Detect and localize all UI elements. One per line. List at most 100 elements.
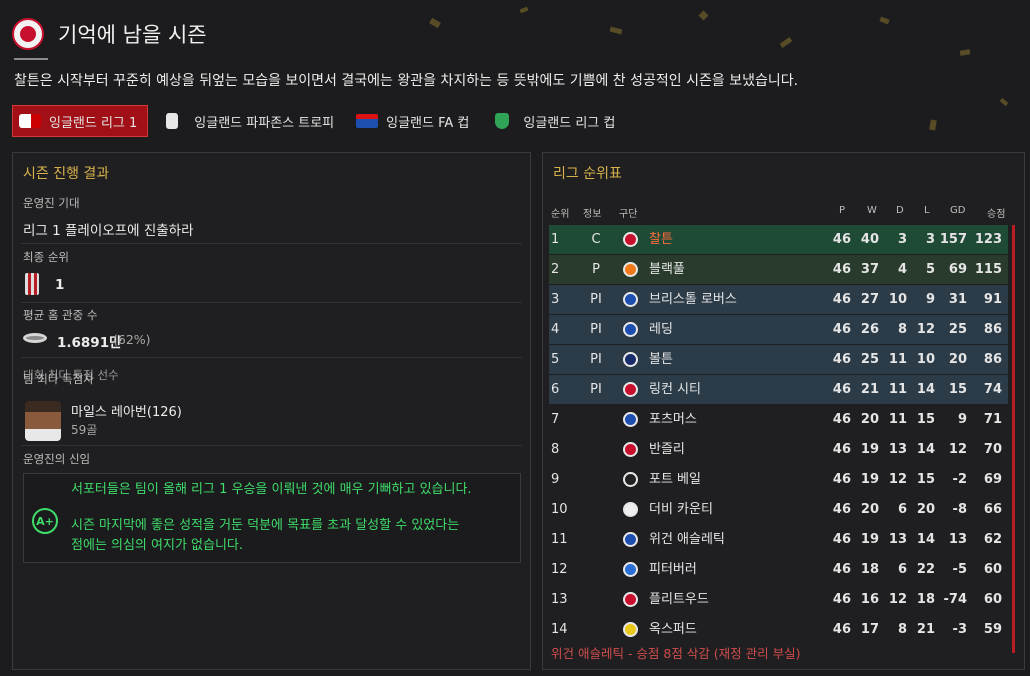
divider <box>21 445 522 446</box>
efl-league-icon <box>19 114 41 128</box>
table-row[interactable]: 11 위건 애슬레틱 46 19 13 14 13 62 <box>549 525 1008 554</box>
divider <box>21 243 522 244</box>
team-crest-icon <box>623 502 638 517</box>
cell-team[interactable]: 피터버러 <box>649 555 697 584</box>
attendance-value: 1.6891만 <box>57 335 122 351</box>
tab-league-cup[interactable]: 잉글랜드 리그 컵 <box>485 105 625 137</box>
column-header-pos[interactable]: 순위 <box>551 205 569 220</box>
table-row[interactable]: 9 포트 베일 46 19 12 15 -2 69 <box>549 465 1008 494</box>
cell-pos: 9 <box>551 472 560 487</box>
table-row[interactable]: 12 피터버러 46 18 6 22 -5 60 <box>549 555 1008 584</box>
cell-pos: 2 <box>551 262 560 277</box>
cell-p: 46 <box>832 472 851 487</box>
column-header-gd[interactable]: GD <box>950 205 965 216</box>
cell-team[interactable]: 위건 애슬레틱 <box>649 525 725 554</box>
cell-gd: -2 <box>952 472 967 487</box>
tab-papa-johns-trophy[interactable]: 잉글랜드 파파존스 트로피 <box>154 105 344 137</box>
table-row[interactable]: 6 PI 링컨 시티 46 21 11 14 15 74 <box>549 375 1008 404</box>
table-row[interactable]: 14 옥스퍼드 46 17 8 21 -3 59 <box>549 615 1008 644</box>
cell-l: 14 <box>916 382 935 397</box>
cell-w: 20 <box>860 502 879 517</box>
cell-team[interactable]: 블랙풀 <box>649 255 685 284</box>
cell-team[interactable]: 찰튼 <box>649 225 673 254</box>
table-row[interactable]: 10 더비 카운티 46 20 6 20 -8 66 <box>549 495 1008 524</box>
cell-w: 37 <box>860 262 879 277</box>
cell-info: PI <box>590 292 602 307</box>
kit-icon <box>25 273 39 295</box>
cell-team[interactable]: 반즐리 <box>649 435 685 464</box>
final-position-label: 최종 순위 <box>23 250 69 264</box>
cell-gd: -8 <box>952 502 967 517</box>
tab-league-one[interactable]: 잉글랜드 리그 1 <box>12 105 149 137</box>
table-row[interactable]: 3 PI 브리스톨 로버스 46 27 10 9 31 91 <box>549 285 1008 314</box>
cell-gd: -74 <box>943 592 968 607</box>
cell-w: 19 <box>860 442 879 457</box>
cell-l: 20 <box>916 502 935 517</box>
cell-pos: 6 <box>551 382 560 397</box>
cell-team[interactable]: 볼튼 <box>649 345 673 374</box>
column-header-d[interactable]: D <box>896 205 904 216</box>
team-crest-icon <box>623 382 638 397</box>
cell-w: 19 <box>860 532 879 547</box>
cell-team[interactable]: 레딩 <box>649 315 673 344</box>
tab-label: 잉글랜드 파파존스 트로피 <box>194 115 335 131</box>
table-row[interactable]: 7 포츠머스 46 20 11 15 9 71 <box>549 405 1008 434</box>
cell-d: 13 <box>888 532 907 547</box>
player-avatar[interactable] <box>25 401 61 441</box>
cell-pos: 3 <box>551 292 560 307</box>
table-row[interactable]: 13 플리트우드 46 16 12 18 -74 60 <box>549 585 1008 614</box>
column-header-info[interactable]: 정보 <box>583 205 601 220</box>
cell-d: 3 <box>897 232 907 247</box>
column-header-w[interactable]: W <box>867 205 877 216</box>
cell-team[interactable]: 브리스톨 로버스 <box>649 285 737 314</box>
cell-team[interactable]: 링컨 시티 <box>649 375 701 404</box>
final-position-value: 1 <box>55 277 65 293</box>
cell-w: 25 <box>860 352 879 367</box>
tab-fa-cup[interactable]: 잉글랜드 FA 컵 <box>350 105 479 137</box>
competition-tabs: 잉글랜드 리그 1 잉글랜드 파파존스 트로피 잉글랜드 FA 컵 잉글랜드 리… <box>12 104 631 138</box>
table-row[interactable]: 2 P 블랙풀 46 37 4 5 69 115 <box>549 255 1008 284</box>
table-row[interactable]: 1 C 찰튼 46 40 3 3 157 123 <box>549 225 1008 254</box>
cell-info: C <box>591 232 601 247</box>
page-header: 기억에 남을 시즌 <box>12 14 207 54</box>
cell-team[interactable]: 플리트우드 <box>649 585 709 614</box>
cell-pts: 86 <box>983 352 1002 367</box>
table-row[interactable]: 5 PI 볼튼 46 25 11 10 20 86 <box>549 345 1008 374</box>
cell-w: 19 <box>860 472 879 487</box>
title-divider <box>14 58 48 60</box>
cell-l: 12 <box>916 322 935 337</box>
cell-pts: 123 <box>974 232 1002 247</box>
column-header-pts[interactable]: 승점 <box>987 205 1005 220</box>
cell-team[interactable]: 포트 베일 <box>649 465 701 494</box>
table-row[interactable]: 4 PI 레딩 46 26 8 12 25 86 <box>549 315 1008 344</box>
cell-team[interactable]: 더비 카운티 <box>649 495 713 524</box>
team-crest-icon <box>623 352 638 367</box>
cell-gd: 13 <box>948 532 967 547</box>
cell-d: 8 <box>897 322 907 337</box>
cell-w: 16 <box>860 592 879 607</box>
team-crest-icon <box>623 232 638 247</box>
club-crest-icon <box>12 18 44 50</box>
column-header-l[interactable]: L <box>924 205 930 216</box>
column-header-p[interactable]: P <box>839 205 845 216</box>
cell-info: P <box>592 262 600 277</box>
cell-l: 9 <box>925 292 935 307</box>
team-crest-icon <box>623 262 638 277</box>
cell-team[interactable]: 옥스퍼드 <box>649 615 697 644</box>
cell-team[interactable]: 포츠머스 <box>649 405 697 434</box>
cell-pos: 5 <box>551 352 560 367</box>
table-scrollbar[interactable] <box>1012 225 1015 653</box>
cell-pts: 59 <box>983 622 1002 637</box>
table-row[interactable]: 8 반즐리 46 19 13 14 12 70 <box>549 435 1008 464</box>
cell-l: 15 <box>916 412 935 427</box>
divider <box>21 302 522 303</box>
cell-l: 5 <box>925 262 935 277</box>
board-confidence-label: 운영진의 신임 <box>23 452 91 466</box>
team-crest-icon <box>623 622 638 637</box>
verdict-line: 시즌 마지막에 좋은 성적을 거둔 덕분에 목표를 초과 달성할 수 있었다는 <box>71 518 460 533</box>
top-scorer-name[interactable]: 마일스 레아번(126) <box>71 401 182 420</box>
column-header-team[interactable]: 구단 <box>619 205 637 220</box>
team-crest-icon <box>623 592 638 607</box>
team-crest-icon <box>623 442 638 457</box>
cell-gd: 31 <box>948 292 967 307</box>
